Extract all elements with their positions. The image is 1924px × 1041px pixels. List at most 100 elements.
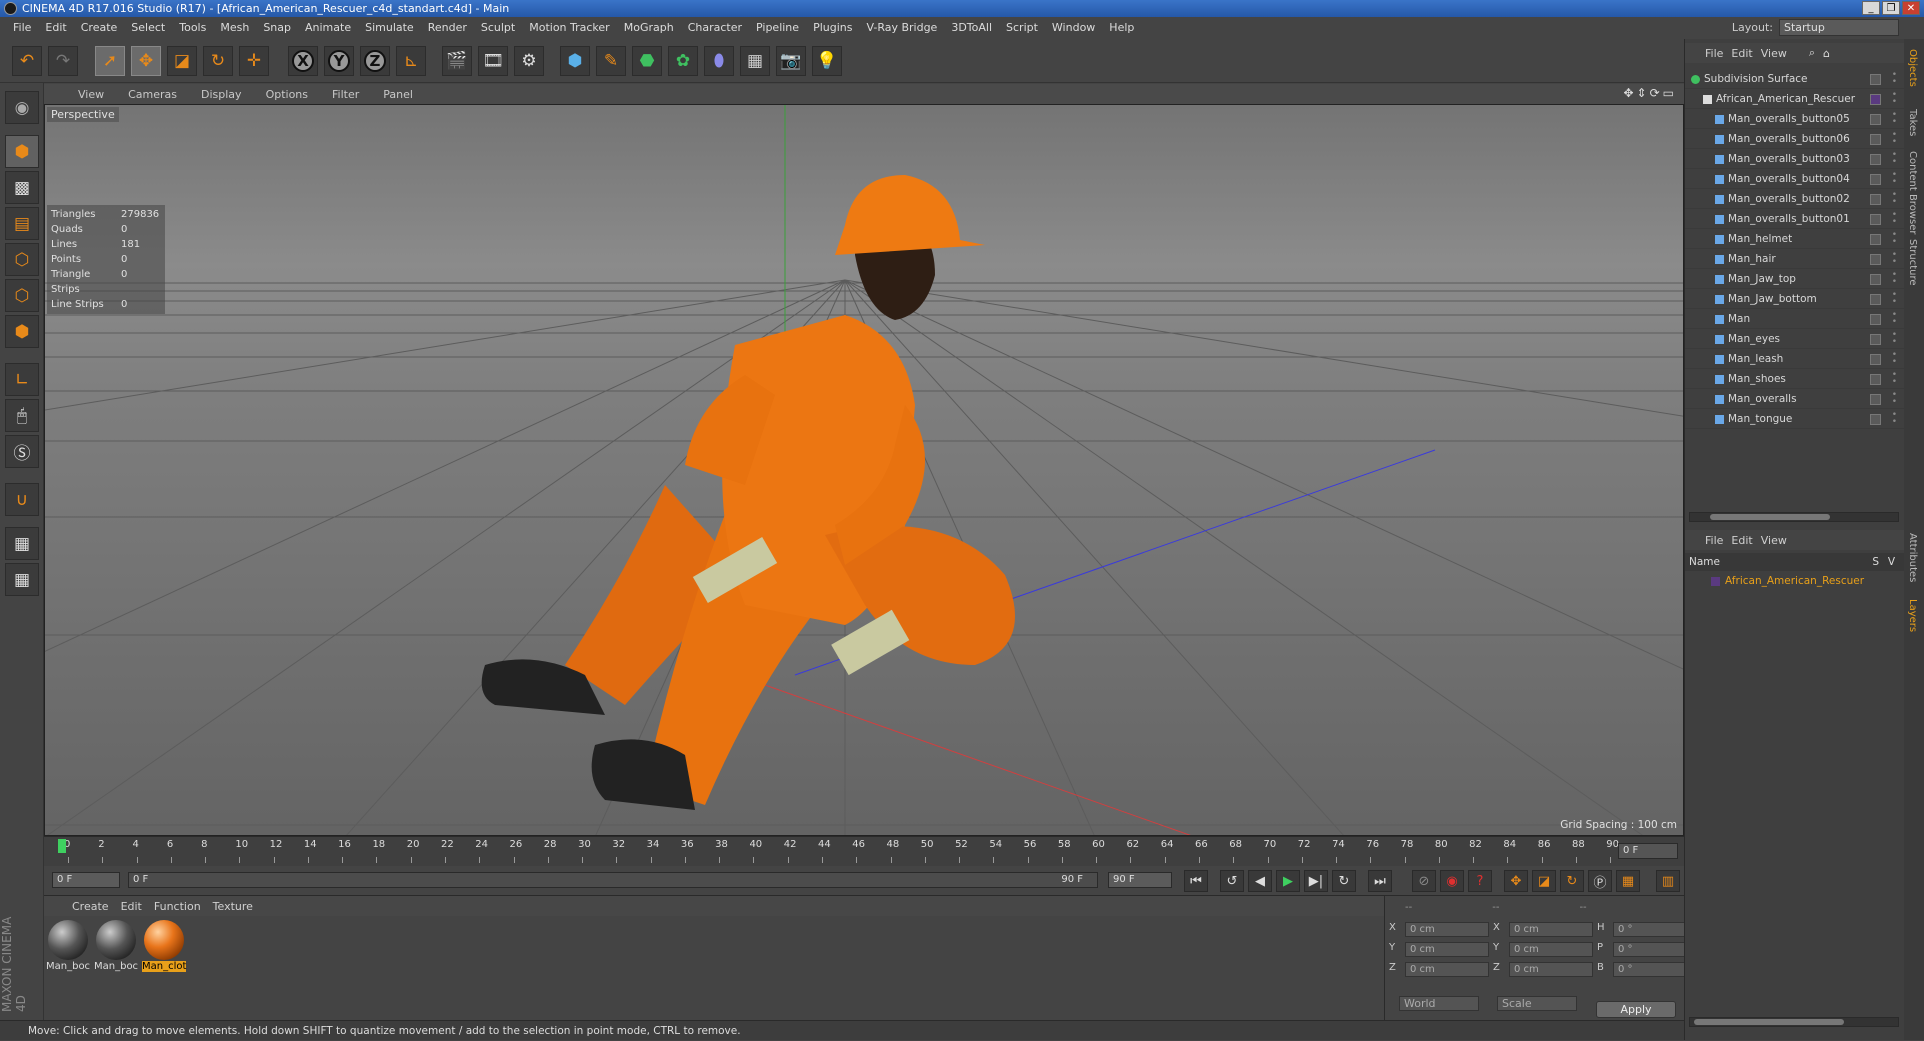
menu-help[interactable]: Help: [1102, 17, 1141, 39]
viewport-menu-cameras[interactable]: Cameras: [114, 88, 187, 101]
phong-tag-icon[interactable]: [1870, 354, 1881, 365]
phong-tag-icon[interactable]: [1870, 414, 1881, 425]
menu-plugins[interactable]: Plugins: [806, 17, 859, 39]
viewport-menu-view[interactable]: View: [64, 88, 114, 101]
object-tree-item[interactable]: Man_shoes • •: [1685, 369, 1905, 389]
phong-tag-icon[interactable]: [1870, 314, 1881, 325]
menu-create[interactable]: Create: [74, 17, 125, 39]
om-menu-view[interactable]: View: [1761, 47, 1795, 60]
render-view-icon[interactable]: 🎬: [442, 46, 472, 76]
object-tree-item[interactable]: Man_overalls_button06 • •: [1685, 129, 1905, 149]
record-parameter-icon[interactable]: Ⓟ: [1588, 870, 1612, 892]
visibility-dots-icon[interactable]: • •: [1892, 371, 1897, 387]
tab-takes[interactable]: Takes: [1906, 105, 1919, 140]
magnet-icon[interactable]: ∪: [5, 483, 39, 516]
coordinate-space-dropdown[interactable]: World: [1399, 996, 1479, 1011]
om-menu-edit[interactable]: Edit: [1731, 47, 1760, 60]
tab-layers[interactable]: Layers: [1906, 595, 1919, 636]
viewport-menu-options[interactable]: Options: [252, 88, 318, 101]
phong-tag-icon[interactable]: [1870, 394, 1881, 405]
material-menu-function[interactable]: Function: [148, 900, 207, 913]
menu-tools[interactable]: Tools: [172, 17, 213, 39]
previous-frame-icon[interactable]: ◀: [1248, 870, 1272, 892]
menu-vray-bridge[interactable]: V-Ray Bridge: [859, 17, 944, 39]
visibility-dots-icon[interactable]: • •: [1892, 311, 1897, 327]
size-z-field[interactable]: 0 cm: [1509, 962, 1593, 977]
model-mode-icon[interactable]: ⬢: [5, 135, 39, 168]
end-frame-field[interactable]: 90 F: [1108, 872, 1172, 888]
object-tree-item[interactable]: Man_eyes • •: [1685, 329, 1905, 349]
recent-tools-icon[interactable]: ✛: [239, 46, 269, 76]
x-axis-lock-icon[interactable]: X: [288, 46, 318, 76]
menu-window[interactable]: Window: [1045, 17, 1102, 39]
lm-menu-file[interactable]: File: [1705, 534, 1731, 547]
autokeying-icon[interactable]: ◉: [1440, 870, 1464, 892]
tab-attributes[interactable]: Attributes: [1906, 529, 1919, 586]
menu-mesh[interactable]: Mesh: [213, 17, 256, 39]
object-tree-item[interactable]: Man_overalls_button01 • •: [1685, 209, 1905, 229]
maximize-button[interactable]: ❐: [1882, 1, 1900, 15]
keyframe-selection-icon[interactable]: ?: [1468, 870, 1492, 892]
record-rotation-icon[interactable]: ↻: [1560, 870, 1584, 892]
visibility-dots-icon[interactable]: • •: [1892, 271, 1897, 287]
menu-snap[interactable]: Snap: [256, 17, 298, 39]
object-tree-item[interactable]: Man_Jaw_top • •: [1685, 269, 1905, 289]
live-selection-icon[interactable]: ➚: [95, 46, 125, 76]
menu-motion-tracker[interactable]: Motion Tracker: [522, 17, 616, 39]
object-tree-item[interactable]: Man_overalls_button05 • •: [1685, 109, 1905, 129]
edges-mode-icon[interactable]: ⬡: [5, 279, 39, 312]
record-point-level-icon[interactable]: ▦: [1616, 870, 1640, 892]
tab-objects[interactable]: Objects: [1906, 45, 1919, 91]
material-menu-texture[interactable]: Texture: [207, 900, 259, 913]
timeline-ruler[interactable]: 0 2 4 6 8 10 12 14 16 18 20 22 24 26 28 30 32 34 36 38 40 42 4…: [44, 836, 1684, 866]
lm-menu-edit[interactable]: Edit: [1731, 534, 1760, 547]
record-active-objects-icon[interactable]: ⊘: [1412, 870, 1436, 892]
material-swatch[interactable]: Man_boc: [46, 920, 90, 972]
start-frame-field[interactable]: 0 F: [52, 872, 120, 888]
object-tree-item[interactable]: Man_tongue • •: [1685, 409, 1905, 429]
cube-primitive-icon[interactable]: ⬢: [560, 46, 590, 76]
playhead[interactable]: [58, 839, 66, 853]
menu-animate[interactable]: Animate: [298, 17, 358, 39]
position-y-field[interactable]: 0 cm: [1405, 942, 1489, 957]
apply-button[interactable]: Apply: [1596, 1001, 1676, 1018]
rotate-tool-icon[interactable]: ↻: [203, 46, 233, 76]
object-tree-item[interactable]: Man_overalls_button02 • •: [1685, 189, 1905, 209]
layer-row[interactable]: African_American_Rescuer: [1685, 571, 1905, 591]
phong-tag-icon[interactable]: [1870, 334, 1881, 345]
object-tree-item[interactable]: African_American_Rescuer • •: [1685, 89, 1905, 109]
phong-tag-icon[interactable]: [1870, 294, 1881, 305]
visibility-dots-icon[interactable]: • •: [1892, 91, 1897, 107]
light-icon[interactable]: 💡: [812, 46, 842, 76]
menu-sculpt[interactable]: Sculpt: [474, 17, 522, 39]
material-menu-create[interactable]: Create: [66, 900, 115, 913]
menu-mograph[interactable]: MoGraph: [617, 17, 681, 39]
size-y-field[interactable]: 0 cm: [1509, 942, 1593, 957]
viewport-menu-filter[interactable]: Filter: [318, 88, 369, 101]
cloner-icon[interactable]: ✿: [668, 46, 698, 76]
visibility-dots-icon[interactable]: • •: [1892, 151, 1897, 167]
menu-edit[interactable]: Edit: [38, 17, 73, 39]
lm-menu-view[interactable]: View: [1761, 534, 1795, 547]
go-to-start-icon[interactable]: ⏮: [1184, 870, 1208, 892]
phong-tag-icon[interactable]: [1870, 234, 1881, 245]
planar-workplane-icon[interactable]: ▦: [5, 563, 39, 596]
object-tree-item[interactable]: Man • •: [1685, 309, 1905, 329]
subdivision-generator-icon[interactable]: ⬣: [632, 46, 662, 76]
phong-tag-icon[interactable]: [1870, 194, 1881, 205]
zoom-icon[interactable]: ⇕: [1637, 86, 1647, 100]
phong-tag-icon[interactable]: [1870, 114, 1881, 125]
phong-tag-icon[interactable]: [1870, 94, 1881, 105]
layer-scrollbar[interactable]: [1689, 1017, 1899, 1027]
layout-dropdown[interactable]: Startup: [1779, 19, 1899, 36]
viewport-menu-display[interactable]: Display: [187, 88, 252, 101]
om-menu-file[interactable]: File: [1705, 47, 1731, 60]
points-mode-icon[interactable]: ⬡: [5, 243, 39, 276]
timeline-window-icon[interactable]: ▥: [1656, 870, 1680, 892]
phong-tag-icon[interactable]: [1870, 214, 1881, 225]
tweak-mode-icon[interactable]: 🖱: [5, 399, 39, 432]
undo-icon[interactable]: ↶: [12, 46, 42, 76]
menu-3dtoall[interactable]: 3DToAll: [944, 17, 999, 39]
size-x-field[interactable]: 0 cm: [1509, 922, 1593, 937]
menu-script[interactable]: Script: [999, 17, 1045, 39]
